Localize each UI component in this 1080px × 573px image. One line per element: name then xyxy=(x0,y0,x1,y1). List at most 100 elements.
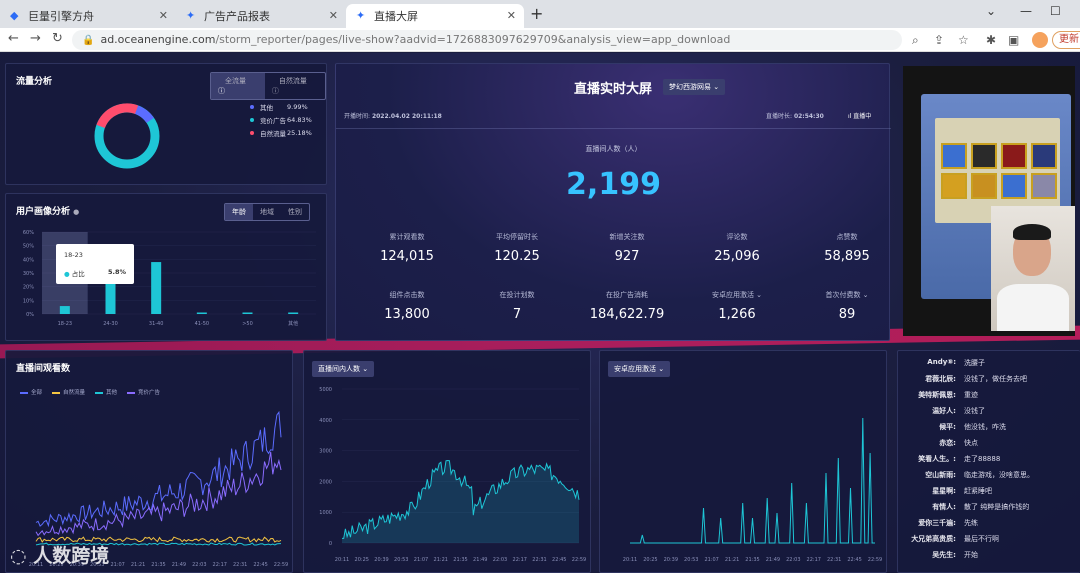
y-tick-label: 40% xyxy=(23,257,34,263)
x-tick-label: 22:03 xyxy=(192,562,206,568)
y-tick-label: 0 xyxy=(329,541,332,547)
legend-value: 25.18% xyxy=(287,129,312,137)
legend-item: 竞价广告 64.83% xyxy=(250,115,312,125)
chevron-down-icon[interactable]: ⌄ xyxy=(754,291,762,299)
legend-item[interactable]: 自然流量 xyxy=(52,388,85,398)
reload-icon[interactable]: ↻ xyxy=(52,31,63,46)
chat-panel: Andy⑧: 洗腰子 君薇北辰: 没钱了，做任务去吧 美特斯佩恩: 重迹 温好人: 没钱了 候平… xyxy=(897,350,1080,573)
tab-gender[interactable]: 性别 xyxy=(281,204,309,220)
metric-value: 25,096 xyxy=(682,249,792,264)
chevron-down-icon[interactable]: ⌄ xyxy=(860,291,869,299)
viewers-line-area xyxy=(342,460,579,543)
age-bar[interactable] xyxy=(151,262,162,314)
age-bar[interactable] xyxy=(242,312,253,315)
tab-natural-traffic[interactable]: 自然流量 ⓘ xyxy=(265,73,325,99)
metric-value-text: 7 xyxy=(512,307,522,322)
metric-value: 927 xyxy=(572,249,682,264)
metric-value-text: 927 xyxy=(614,249,640,264)
update-button[interactable]: 更新 xyxy=(1052,31,1080,49)
x-tick-label: 21:07 xyxy=(414,557,428,563)
metric-label-text: 点赞数 xyxy=(836,233,858,241)
tab-ad-report[interactable]: ✦ 广告产品报表 ✕ xyxy=(176,4,346,28)
chat-message: 笑看人生。: 走了88888 xyxy=(898,454,1078,468)
age-bar[interactable] xyxy=(196,312,207,315)
x-tick-label: 22:31 xyxy=(827,557,841,563)
x-tick-label: 22:31 xyxy=(532,557,546,563)
star-icon[interactable]: ☆ xyxy=(958,33,969,47)
share-icon[interactable]: ⇪ xyxy=(934,33,944,47)
legend-swatch xyxy=(95,391,104,394)
url-path: /storm_reporter/pages/live-show?aadvid=1… xyxy=(215,33,731,46)
series-bid-line xyxy=(35,451,282,537)
legend-dot xyxy=(250,105,254,109)
game-select[interactable]: 梦幻西游网易 ⌄ xyxy=(663,79,726,95)
close-icon[interactable]: ✕ xyxy=(159,9,168,22)
y-tick-label: 60% xyxy=(23,230,34,236)
live-dashboard: 流量分析 全流量 ⓘ 自然流量 ⓘ 其他 9.99% 竞价广告 64.83% 自然流量 2… xyxy=(0,53,1080,573)
tab-age[interactable]: 年龄 xyxy=(225,204,253,220)
maximize-icon[interactable]: ☐ xyxy=(1050,4,1061,18)
chevron-down-icon[interactable]: ⌄ xyxy=(986,4,996,18)
streamer-camera xyxy=(991,206,1075,331)
metric-value-text: 58,895 xyxy=(824,249,870,264)
chat-username: Andy⑧: xyxy=(927,358,956,366)
chevron-down-icon: ⌄ xyxy=(362,365,369,373)
tab-all-traffic[interactable]: 全流量 ⓘ xyxy=(211,73,265,99)
chat-username: 爱你三千遍: xyxy=(918,519,956,527)
sidepanel-icon[interactable]: ▣ xyxy=(1008,33,1019,47)
age-bar[interactable] xyxy=(288,312,299,315)
legend-item[interactable]: 其他 xyxy=(95,388,117,398)
legend-item[interactable]: 竞价广告 xyxy=(127,388,160,398)
activation-line xyxy=(630,417,875,544)
x-tick-label: 21:07 xyxy=(110,562,124,568)
views-legend: 全部 自然流量 其他 竞价广告 xyxy=(20,388,160,398)
url-host: ad.oceanengine.com xyxy=(100,33,216,46)
extensions-icon[interactable]: ✱ xyxy=(986,33,996,47)
viewers-metric-select[interactable]: 直播间内人数 ⌄ xyxy=(312,361,375,377)
chat-message: 美特斯佩恩: 重迹 xyxy=(898,390,1078,404)
minimize-icon[interactable]: — xyxy=(1020,4,1032,18)
y-tick-label: 5000 xyxy=(319,387,332,393)
streamer-shirt xyxy=(997,284,1069,331)
legend-name: 其他 xyxy=(260,104,273,112)
legend-item[interactable]: 全部 xyxy=(20,388,42,398)
tab-live-screen[interactable]: ✦ 直播大屏 ✕ xyxy=(346,4,524,28)
metric-card: 首次付费数 ⌄ 89 xyxy=(792,290,902,322)
chat-username: 候平: xyxy=(939,423,956,431)
avatar[interactable] xyxy=(1032,32,1048,48)
x-tick-label: 21:49 xyxy=(172,562,186,568)
chat-text: 重迹 xyxy=(964,391,978,399)
x-tick-label: 21:49 xyxy=(766,557,780,563)
game-slot xyxy=(941,143,967,169)
tab-oceanengine-ark[interactable]: ◆ 巨量引擎方舟 ✕ xyxy=(0,4,176,28)
metric-value: 124,015 xyxy=(352,249,462,264)
url-input[interactable]: 🔒 ad.oceanengine.com/storm_reporter/pages… xyxy=(72,30,902,50)
chat-list: Andy⑧: 洗腰子 君薇北辰: 没钱了，做任务去吧 美特斯佩恩: 重迹 温好人: 没钱了 候平… xyxy=(898,358,1080,573)
x-tick-label: 22:17 xyxy=(513,557,527,563)
forward-icon[interactable]: → xyxy=(30,31,41,46)
metric-value: 184,622.79 xyxy=(572,307,682,322)
new-tab-button[interactable]: + xyxy=(530,4,543,23)
zoom-icon[interactable]: ⌕ xyxy=(912,33,919,48)
x-tick-label: 41-50 xyxy=(195,321,210,327)
oceanengine-icon: ✦ xyxy=(356,9,366,22)
metric-value-text: 124,015 xyxy=(380,249,434,264)
age-bar[interactable] xyxy=(59,306,70,314)
viewers-label: 直播间人数（人） xyxy=(585,145,642,153)
activation-metric-select[interactable]: 安卓应用激活 ⌄ xyxy=(608,361,671,377)
chat-message: 温好人: 没钱了 xyxy=(898,406,1078,420)
chat-message: 吴先生: 开始 xyxy=(898,550,1078,564)
chat-text: 他没钱，咋洗 xyxy=(964,423,1006,431)
close-icon[interactable]: ✕ xyxy=(329,9,338,22)
back-icon[interactable]: ← xyxy=(8,31,19,46)
y-tick-label: 2000 xyxy=(319,479,332,485)
x-tick-label: 20:25 xyxy=(643,557,657,563)
close-icon[interactable]: ✕ xyxy=(507,9,516,22)
legend-dot xyxy=(250,118,254,122)
metric-label: 新增关注数 xyxy=(572,232,682,242)
tab-region[interactable]: 地域 xyxy=(253,204,281,220)
metric-label-text: 在投广告消耗 xyxy=(606,291,648,299)
x-tick-label: 18-23 xyxy=(58,321,73,327)
legend-dot xyxy=(250,131,254,135)
metric-card: 在投广告消耗 184,622.79 xyxy=(572,290,682,322)
